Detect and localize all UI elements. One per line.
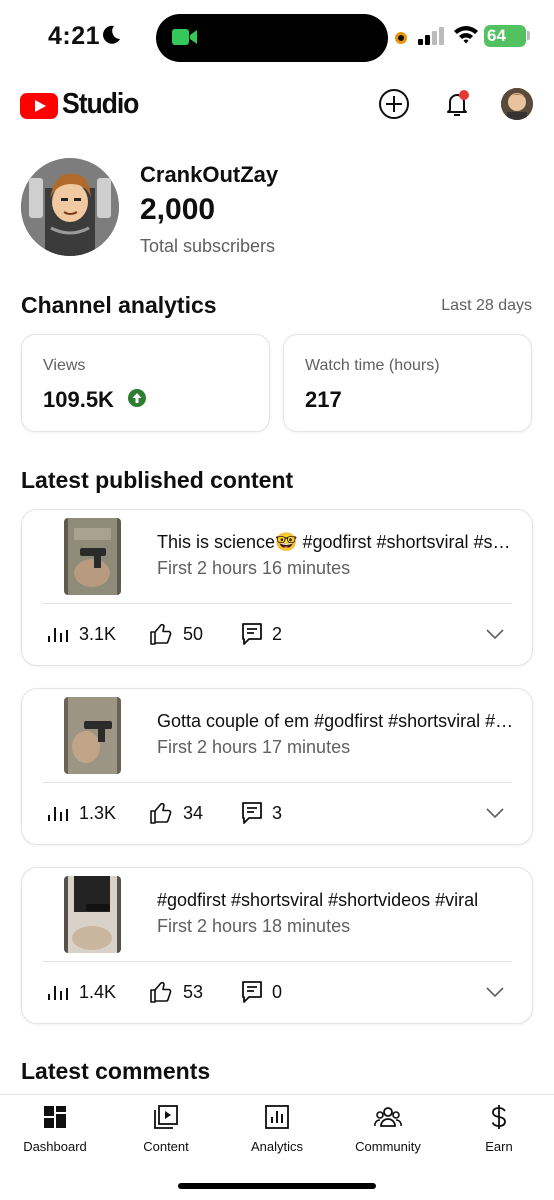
bottom-nav: Dashboard Content Analytics Community Ea… [0,1094,554,1200]
dynamic-island [156,14,388,62]
nav-analytics[interactable]: Analytics [222,1103,332,1163]
status-time: 4:21 [48,22,101,50]
content-card[interactable]: Gotta couple of em #godfirst #shortsvira… [21,688,533,845]
views-label: Views [43,357,86,374]
subscriber-label: Total subscribers [140,236,276,256]
views-icon [48,807,68,821]
video-comments: 2 [272,624,283,644]
moon-icon [103,25,120,44]
video-title[interactable]: #godfirst #shortsviral #shortvideos #vir… [157,890,515,911]
channel-name[interactable]: CrankOutZay [140,162,278,188]
content-card[interactable]: #godfirst #shortsviral #shortvideos #vir… [21,867,533,1024]
nav-content-label: Content [143,1139,189,1154]
nav-community[interactable]: Community [333,1103,443,1163]
like-icon [150,802,172,824]
chevron-down-icon[interactable] [486,986,504,998]
views-card[interactable]: Views 109.5K [21,334,270,432]
latest-comments-title: Latest comments [21,1058,211,1084]
comment-icon [242,981,262,1003]
dashboard-icon [44,1106,66,1128]
views-icon [48,986,68,1000]
like-icon [150,981,172,1003]
home-indicator [178,1183,376,1189]
watch-time-card[interactable]: Watch time (hours) 217 [283,334,532,432]
comment-icon [242,802,262,824]
app-header: Studio [0,76,554,136]
latest-content-title: Latest published content [21,467,294,493]
views-value: 109.5K [43,387,114,412]
video-views: 3.1K [79,624,117,644]
earn-icon [491,1105,506,1129]
chevron-down-icon[interactable] [486,807,504,819]
nav-community-label: Community [355,1139,421,1154]
analytics-period: Last 28 days [441,297,532,314]
video-likes: 34 [183,803,204,823]
status-bar: 4:21 64 [0,0,554,76]
like-icon [150,623,172,645]
up-arrow-icon [128,389,146,407]
nav-earn-label: Earn [485,1139,513,1154]
analytics-title: Channel analytics [21,292,217,318]
battery-indicator: 64 [484,25,526,47]
community-icon [374,1107,402,1127]
video-likes: 50 [183,624,204,644]
comment-icon [242,623,262,645]
divider [43,782,512,783]
video-comments: 0 [272,982,283,1002]
video-views: 1.3K [79,803,117,823]
video-time: First 2 hours 18 minutes [157,916,351,936]
nav-content[interactable]: Content [111,1103,221,1163]
video-thumbnail[interactable] [64,697,121,774]
app-brand: Studio [62,88,139,120]
nav-analytics-label: Analytics [250,1139,304,1154]
video-time: First 2 hours 17 minutes [157,737,351,757]
divider [43,961,512,962]
battery-level: 64 [487,26,506,45]
bell-icon[interactable] [441,88,473,120]
wifi-icon [454,26,478,44]
video-likes: 53 [183,982,204,1002]
nav-dashboard-label: Dashboard [23,1139,87,1154]
video-views: 1.4K [79,982,117,1002]
watch-time-value: 217 [305,387,342,412]
mic-indicator [395,32,407,44]
video-thumbnail[interactable] [64,876,121,953]
channel-avatar[interactable] [21,158,119,256]
create-icon[interactable] [378,88,410,120]
watch-time-label: Watch time (hours) [305,357,440,374]
video-time: First 2 hours 16 minutes [157,558,351,578]
account-avatar[interactable] [501,88,533,120]
chevron-down-icon[interactable] [486,628,504,640]
signal-icon [418,27,444,45]
video-comments: 3 [272,803,283,823]
video-title[interactable]: This is science🤓 #godfirst #shortsviral … [157,532,515,553]
content-icon [154,1105,178,1129]
content-card[interactable]: This is science🤓 #godfirst #shortsviral … [21,509,533,666]
video-thumbnail[interactable] [64,518,121,595]
video-title[interactable]: Gotta couple of em #godfirst #shortsvira… [157,711,515,732]
views-icon [48,628,68,642]
divider [43,603,512,604]
nav-earn[interactable]: Earn [444,1103,554,1163]
youtube-logo[interactable] [20,93,58,119]
nav-dashboard[interactable]: Dashboard [0,1103,110,1163]
subscriber-count: 2,000 [140,193,216,226]
battery-tip [527,31,530,40]
analytics-icon [265,1105,289,1129]
facetime-icon [172,29,197,45]
